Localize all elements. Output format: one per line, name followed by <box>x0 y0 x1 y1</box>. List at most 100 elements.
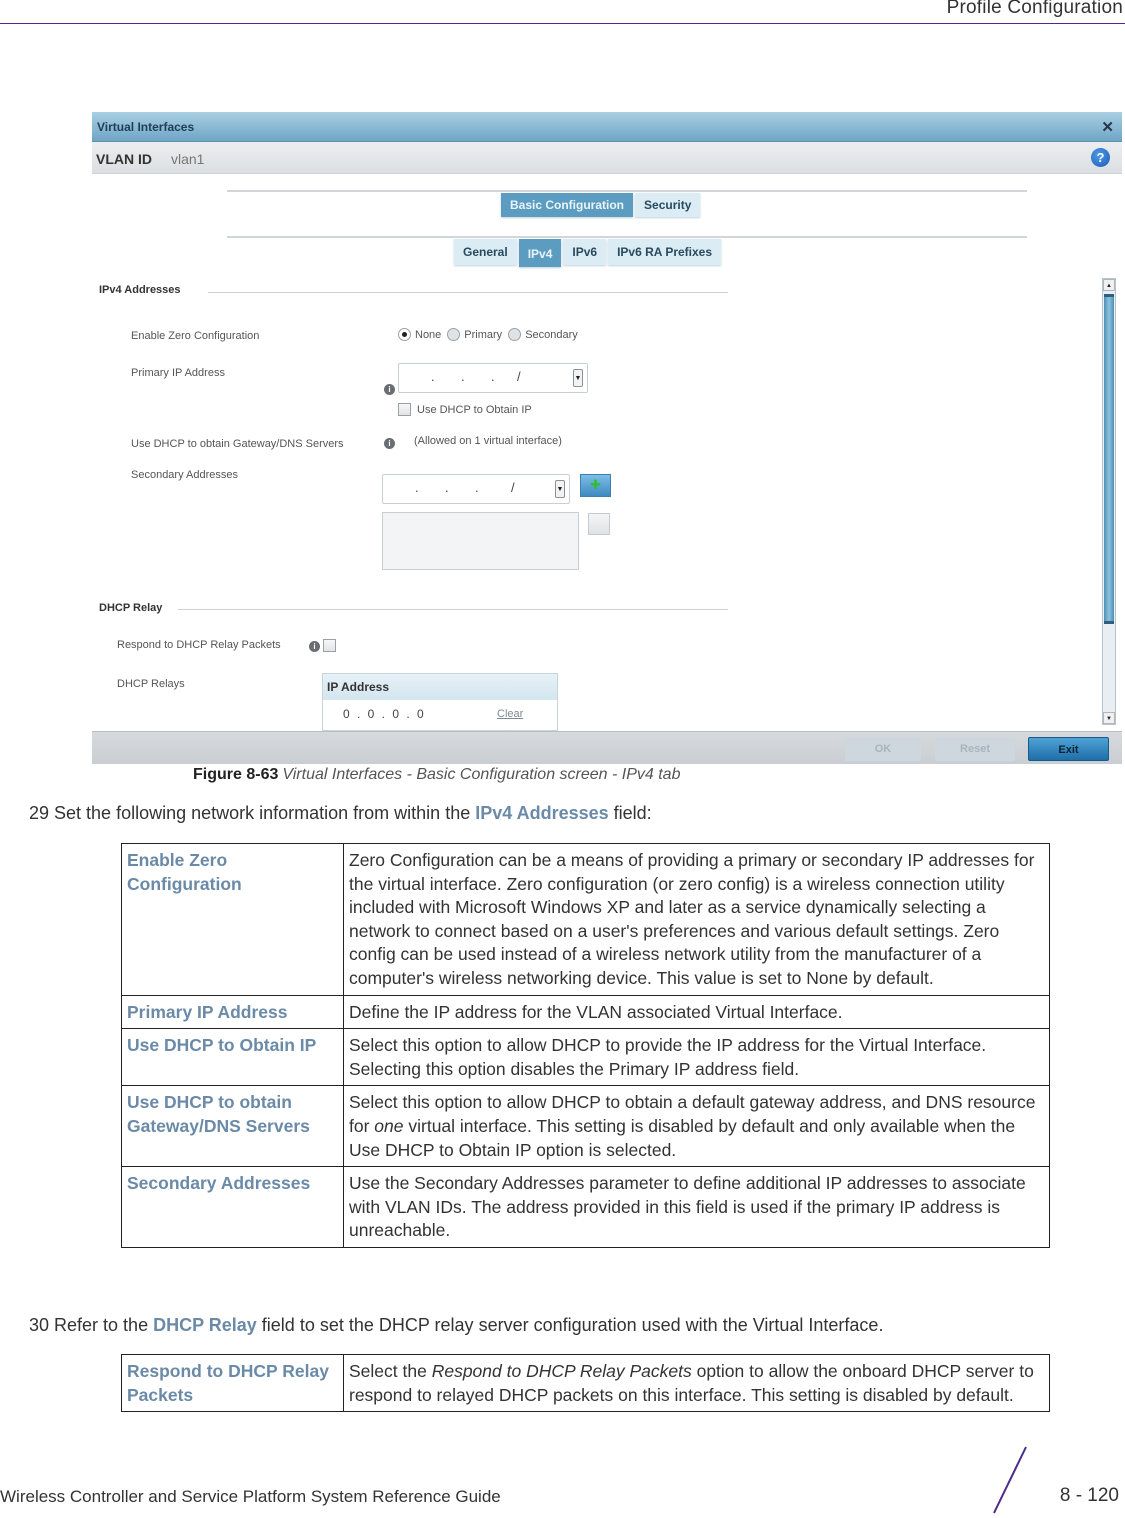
radio-primary[interactable]: Primary <box>447 328 502 341</box>
radio-none-label: None <box>415 328 442 341</box>
definition-emphasis: one <box>374 1115 404 1136</box>
tab-general[interactable]: General <box>454 239 517 265</box>
vlan-id-label: VLAN ID <box>96 151 152 167</box>
ok-button[interactable]: OK <box>845 737 921 761</box>
term-cell: Respond to DHCP Relay Packets <box>121 1353 344 1413</box>
term-cell: Use DHCP to obtain Gateway/DNS Servers <box>121 1085 344 1168</box>
tab-divider <box>227 236 1027 238</box>
table-row: 0 . 0 . 0 . 0 Clear <box>323 700 557 730</box>
figure-text: Virtual Interfaces - Basic Configuration… <box>282 766 681 783</box>
mask-dropdown[interactable]: ▼ <box>573 369 583 387</box>
remove-secondary-address-button[interactable] <box>588 513 610 535</box>
radio-button[interactable] <box>508 328 522 341</box>
table-row: Enable Zero Configuration Zero Configura… <box>121 843 1050 996</box>
table-row: Use DHCP to obtain Gateway/DNS Servers S… <box>121 1085 1050 1168</box>
footer-slash-decoration <box>993 1446 1027 1514</box>
table-row: Use DHCP to Obtain IP Select this option… <box>121 1028 1050 1087</box>
definition-cell: Define the IP address for the VLAN assoc… <box>343 994 1050 1030</box>
secondary-addresses-list[interactable] <box>382 512 579 570</box>
step-29-suffix: field: <box>608 803 652 823</box>
ipv4-parameters-table: Enable Zero Configuration Zero Configura… <box>121 843 1050 1248</box>
definition-text: virtual interface. This setting is disab… <box>349 1115 1016 1160</box>
page-number: 8 - 120 <box>1059 1485 1119 1506</box>
dhcp-gateway-note: (Allowed on 1 virtual interface) <box>414 435 562 447</box>
top-tabs: Basic Configuration Security <box>501 193 702 217</box>
respond-relay-label: Respond to DHCP Relay Packets <box>117 639 281 651</box>
definition-cell: Select this option to allow DHCP to obta… <box>343 1085 1050 1168</box>
scroll-thumb[interactable] <box>1104 294 1114 624</box>
step-30-suffix: field to set the DHCP relay server confi… <box>256 1315 884 1335</box>
definition-text: Select the <box>349 1361 432 1381</box>
table-row: Respond to DHCP Relay Packets Select the… <box>121 1353 1050 1413</box>
relay-ip-input[interactable]: 0 . 0 . 0 . 0 <box>343 707 426 721</box>
definition-emphasis: Respond to DHCP Relay Packets <box>431 1361 692 1381</box>
secondary-addresses-label: Secondary Addresses <box>131 469 239 481</box>
use-dhcp-obtain-ip-checkbox[interactable] <box>398 403 411 416</box>
scroll-down-icon[interactable]: ▼ <box>1103 712 1115 724</box>
section-divider <box>208 292 728 293</box>
page-header: Profile Configuration <box>0 0 1125 24</box>
step-30-keyword: DHCP Relay <box>153 1315 257 1335</box>
figure-label: Figure 8-63 <box>193 766 279 783</box>
figure-caption: Figure 8-63 Virtual Interfaces - Basic Co… <box>193 766 680 784</box>
tab-basic-configuration[interactable]: Basic Configuration <box>501 193 634 217</box>
radio-button[interactable] <box>447 328 461 341</box>
term-cell: Secondary Addresses <box>121 1166 344 1248</box>
radio-primary-label: Primary <box>464 328 503 341</box>
definition-cell: Use the Secondary Addresses parameter to… <box>343 1166 1050 1248</box>
secondary-ip-input[interactable]: ... / ▼ <box>382 474 570 504</box>
dhcp-relay-parameters-table: Respond to DHCP Relay Packets Select the… <box>121 1353 1050 1413</box>
mask-dropdown[interactable]: ▼ <box>555 480 565 498</box>
primary-ip-label: Primary IP Address <box>131 367 225 379</box>
zero-config-label: Enable Zero Configuration <box>131 330 260 342</box>
step-30: 30 Refer to the DHCP Relay field to set … <box>29 1315 883 1336</box>
tab-ipv6[interactable]: IPv6 <box>563 239 607 265</box>
step-29-prefix: 29 Set the following network information… <box>29 803 476 823</box>
respond-relay-checkbox[interactable] <box>323 639 336 652</box>
radio-button[interactable] <box>398 328 411 341</box>
relay-table-header: IP Address <box>323 674 557 700</box>
step-30-prefix: 30 Refer to the <box>29 1315 154 1335</box>
radio-secondary[interactable]: Secondary <box>508 328 578 341</box>
virtual-interfaces-dialog: Virtual Interfaces ✕ VLAN ID vlan1 ? Bas… <box>92 112 1122 764</box>
table-row: Primary IP Address Define the IP address… <box>121 994 1050 1030</box>
exit-button[interactable]: Exit <box>1028 737 1109 761</box>
vertical-scrollbar[interactable]: ▲ ▼ <box>1102 278 1116 725</box>
table-row: Secondary Addresses Use the Secondary Ad… <box>121 1166 1050 1248</box>
guide-title: Wireless Controller and Service Platform… <box>0 1487 501 1506</box>
step-29-keyword: IPv4 Addresses <box>475 803 609 823</box>
dhcp-relays-label: DHCP Relays <box>117 678 185 690</box>
tab-security[interactable]: Security <box>635 193 701 217</box>
tab-divider <box>227 190 1027 192</box>
dialog-title: Virtual Interfaces <box>97 120 195 134</box>
definition-cell: Select this option to allow DHCP to prov… <box>343 1028 1050 1087</box>
scroll-up-icon[interactable]: ▲ <box>1103 279 1115 291</box>
term-cell: Use DHCP to Obtain IP <box>121 1028 344 1087</box>
info-icon: i <box>309 641 320 652</box>
section-divider <box>178 609 728 610</box>
add-secondary-address-button[interactable] <box>580 474 611 497</box>
help-icon[interactable]: ? <box>1091 148 1110 167</box>
zero-config-radio-group: None Primary Secondary <box>398 328 584 341</box>
clear-link[interactable]: Clear <box>497 708 523 720</box>
info-icon: i <box>384 384 395 395</box>
radio-none[interactable]: None <box>398 328 441 341</box>
definition-cell: Zero Configuration can be a means of pro… <box>343 843 1050 996</box>
dhcp-relay-heading: DHCP Relay <box>99 602 163 614</box>
sub-tabs: General IPv4 IPv6 IPv6 RA Prefixes <box>454 239 723 267</box>
vlan-bar: VLAN ID vlan1 ? <box>92 142 1122 174</box>
dhcp-gateway-label: Use DHCP to obtain Gateway/DNS Servers <box>131 438 344 450</box>
term-cell: Enable Zero Configuration <box>121 843 344 996</box>
use-dhcp-obtain-ip-label: Use DHCP to Obtain IP <box>417 404 532 416</box>
close-icon[interactable]: ✕ <box>1101 118 1114 136</box>
dialog-footer: OK Reset Exit <box>92 731 1122 764</box>
vlan-id-value: vlan1 <box>171 151 205 167</box>
term-cell: Primary IP Address <box>121 994 344 1030</box>
tab-ipv6-ra-prefixes[interactable]: IPv6 RA Prefixes <box>608 239 722 265</box>
primary-ip-input[interactable]: ... / ▼ <box>398 363 588 393</box>
reset-button[interactable]: Reset <box>935 737 1015 761</box>
step-29: 29 Set the following network information… <box>29 803 652 824</box>
page-header-title: Profile Configuration <box>946 0 1123 18</box>
info-icon: i <box>384 438 395 449</box>
tab-ipv4[interactable]: IPv4 <box>518 239 562 267</box>
